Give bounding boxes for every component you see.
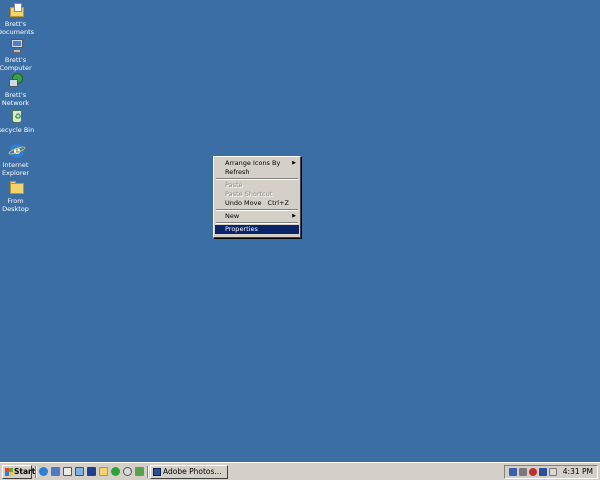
app-icon[interactable]: [86, 466, 97, 477]
menu-item-label: Paste Shortcut: [225, 190, 273, 198]
menu-item-label: Arrange Icons By: [225, 159, 281, 167]
ie-icon[interactable]: [38, 466, 49, 477]
menu-item-label: New: [225, 212, 240, 220]
taskbar-divider: [35, 466, 37, 478]
task-button-label: Adobe Photos...: [163, 467, 222, 476]
desktop-icon-label: Internet Explorer: [1, 161, 30, 177]
desktop-icon-label: From Desktop: [2, 197, 29, 213]
shield-tray-icon[interactable]: [549, 468, 557, 476]
help-icon[interactable]: [122, 466, 133, 477]
menu-item-label: Refresh: [225, 168, 250, 176]
volume-tray-icon[interactable]: [519, 468, 527, 476]
antivirus-tray-icon[interactable]: [529, 468, 537, 476]
start-button[interactable]: Start: [2, 465, 36, 479]
menu-item-label: Properties: [225, 225, 258, 233]
taskbar-clock[interactable]: 4:31 PM: [563, 466, 593, 478]
menu-item-label: Undo Move: [225, 199, 262, 207]
submenu-arrow-icon: ▶: [292, 160, 296, 166]
outlook-icon[interactable]: [50, 466, 61, 477]
menu-item-properties[interactable]: Properties: [215, 225, 299, 234]
desktop-icon-network[interactable]: Brett's Network: [0, 73, 34, 107]
menu-item-label: Paste: [225, 181, 243, 189]
desktop-icon-internet-explorer[interactable]: e Internet Explorer: [0, 143, 34, 177]
system-tray: 4:31 PM: [504, 465, 598, 479]
internet-explorer-icon: e: [7, 143, 27, 159]
menu-item-undo-move[interactable]: Undo Move Ctrl+Z: [215, 199, 299, 208]
my-documents-icon: [9, 2, 25, 18]
recycle-bin-icon: [9, 108, 25, 124]
desktop-icon-recycle-bin[interactable]: Recycle Bin: [0, 108, 34, 134]
media-icon[interactable]: [134, 466, 145, 477]
desktop-icon-label: Recycle Bin: [0, 126, 35, 134]
explorer-icon[interactable]: [74, 466, 85, 477]
menu-item-new[interactable]: New ▶: [215, 212, 299, 221]
green-icon[interactable]: [110, 466, 121, 477]
desktop-context-menu: Arrange Icons By ▶ Refresh Paste Paste S…: [213, 156, 301, 238]
my-computer-icon: [9, 38, 25, 54]
task-button-photoshop[interactable]: Adobe Photos...: [150, 465, 228, 479]
menu-item-paste: Paste: [215, 181, 299, 190]
submenu-arrow-icon: ▶: [292, 213, 296, 219]
app-tray-icon[interactable]: [539, 468, 547, 476]
folder-icon: [9, 179, 25, 195]
menu-item-refresh[interactable]: Refresh: [215, 168, 299, 177]
taskbar: Start Adobe Photos... 4:31 PM: [0, 462, 600, 480]
start-label: Start: [14, 467, 36, 476]
menu-item-arrange-icons-by[interactable]: Arrange Icons By ▶: [215, 159, 299, 168]
desktop-icon-from-desktop[interactable]: From Desktop: [0, 179, 34, 213]
mail-icon[interactable]: [62, 466, 73, 477]
desktop-icon-documents[interactable]: Brett's Documents: [0, 2, 34, 36]
desktop-icon-label: Brett's Network: [1, 91, 30, 107]
network-places-icon: [9, 73, 25, 89]
taskbar-divider: [147, 466, 149, 478]
folder-icon[interactable]: [98, 466, 109, 477]
desktop-icon-label: Brett's Documents: [0, 20, 35, 36]
desktop-icon-label: Brett's Computer: [0, 56, 32, 72]
menu-item-paste-shortcut: Paste Shortcut: [215, 190, 299, 199]
photoshop-icon: [153, 468, 161, 476]
windows-flag-icon: [5, 468, 13, 476]
menu-item-shortcut: Ctrl+Z: [267, 199, 289, 207]
desktop-icon-computer[interactable]: Brett's Computer: [0, 38, 34, 72]
network-tray-icon[interactable]: [509, 468, 517, 476]
quick-launch-bar: [38, 466, 145, 478]
